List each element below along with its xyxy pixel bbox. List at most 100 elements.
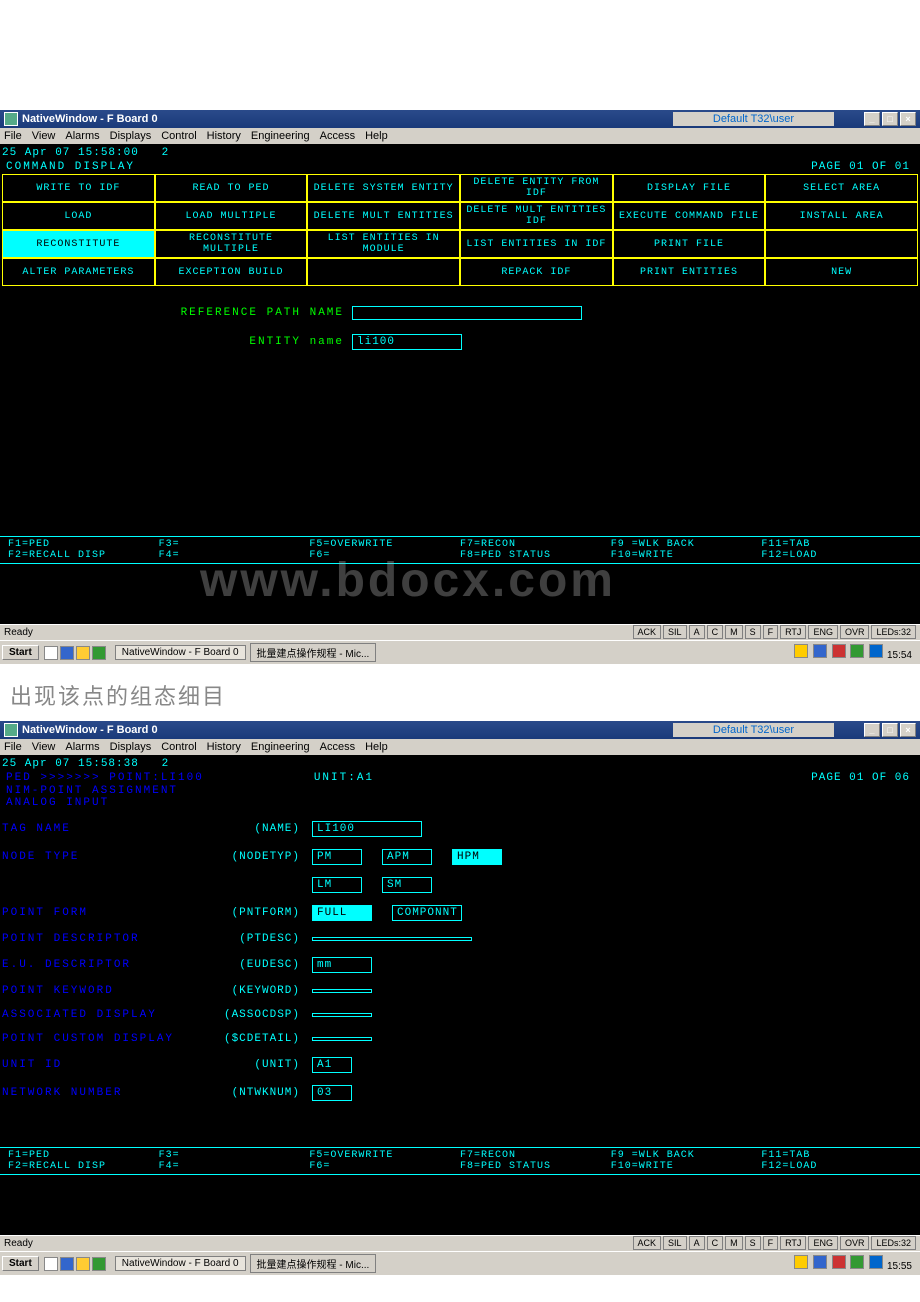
fkey-label[interactable]: F3= [159, 1150, 310, 1161]
fkey-label[interactable]: F1=PED [8, 1150, 159, 1161]
taskbar-item[interactable]: 批量建点操作规程 - Mic... [250, 1254, 377, 1273]
tray-icon[interactable] [92, 646, 106, 660]
status-button[interactable]: F [763, 1236, 779, 1250]
cmd-button[interactable]: PRINT ENTITIES [613, 258, 766, 286]
fkey-label[interactable]: F11=TAB [761, 539, 912, 550]
cmd-button[interactable]: RECONSTITUTE [2, 230, 155, 258]
fkey-label[interactable]: F2=RECALL DISP [8, 1161, 159, 1172]
status-button[interactable]: F [763, 625, 779, 639]
param-option[interactable]: HPM [452, 849, 502, 865]
close-button[interactable]: × [900, 723, 916, 737]
menu-history[interactable]: History [207, 130, 241, 142]
cmd-button[interactable]: DELETE MULT ENTITIES IDF [460, 202, 613, 230]
taskbar-item[interactable]: NativeWindow - F Board 0 [115, 1256, 246, 1271]
fkey-label[interactable]: F3= [159, 539, 310, 550]
status-button[interactable]: M [725, 1236, 743, 1250]
ref-path-input[interactable] [352, 306, 582, 320]
fkey-label[interactable]: F8=PED STATUS [460, 550, 611, 561]
menu-file[interactable]: File [4, 130, 22, 142]
cmd-button[interactable]: READ TO PED [155, 174, 308, 202]
cmd-button[interactable]: LOAD MULTIPLE [155, 202, 308, 230]
status-button[interactable]: SIL [663, 1236, 687, 1250]
status-button[interactable]: LEDs:32 [871, 625, 916, 639]
tray-icon[interactable] [76, 1257, 90, 1271]
cmd-button[interactable]: DELETE SYSTEM ENTITY [307, 174, 460, 202]
fkey-label[interactable]: F4= [159, 550, 310, 561]
param-option[interactable]: COMPONNT [392, 905, 462, 921]
fkey-label[interactable]: F7=RECON [460, 539, 611, 550]
fkey-label[interactable]: F9 =WLK BACK [611, 1150, 762, 1161]
cmd-button[interactable]: DELETE MULT ENTITIES [307, 202, 460, 230]
status-button[interactable]: C [707, 625, 724, 639]
param-option[interactable]: A1 [312, 1057, 352, 1073]
param-option[interactable]: mm [312, 957, 372, 973]
status-button[interactable]: SIL [663, 625, 687, 639]
menu-engineering[interactable]: Engineering [251, 741, 310, 753]
status-button[interactable]: ACK [633, 1236, 662, 1250]
tray-icon[interactable] [76, 646, 90, 660]
fkey-label[interactable]: F8=PED STATUS [460, 1161, 611, 1172]
fkey-label[interactable]: F12=LOAD [761, 1161, 912, 1172]
status-button[interactable]: M [725, 625, 743, 639]
cmd-button[interactable]: LIST ENTITIES IN IDF [460, 230, 613, 258]
fkey-label[interactable]: F5=OVERWRITE [309, 1150, 460, 1161]
maximize-button[interactable]: □ [882, 723, 898, 737]
menu-displays[interactable]: Displays [110, 741, 152, 753]
status-button[interactable]: A [689, 625, 705, 639]
param-option[interactable] [312, 937, 472, 941]
fkey-label[interactable]: F5=OVERWRITE [309, 539, 460, 550]
fkey-label[interactable]: F7=RECON [460, 1150, 611, 1161]
cmd-button[interactable]: REPACK IDF [460, 258, 613, 286]
param-option[interactable] [312, 1037, 372, 1041]
maximize-button[interactable]: □ [882, 112, 898, 126]
status-button[interactable]: RTJ [780, 1236, 806, 1250]
status-button[interactable]: OVR [840, 1236, 870, 1250]
menu-help[interactable]: Help [365, 741, 388, 753]
menu-view[interactable]: View [32, 741, 56, 753]
param-option[interactable] [312, 989, 372, 993]
minimize-button[interactable]: _ [864, 723, 880, 737]
menu-view[interactable]: View [32, 130, 56, 142]
cmd-button[interactable]: DELETE ENTITY FROM IDF [460, 174, 613, 202]
cmd-button[interactable]: WRITE TO IDF [2, 174, 155, 202]
tray-icon[interactable] [60, 646, 74, 660]
fkey-label[interactable]: F10=WRITE [611, 550, 762, 561]
cmd-button[interactable]: PRINT FILE [613, 230, 766, 258]
status-button[interactable]: LEDs:32 [871, 1236, 916, 1250]
fkey-label[interactable]: F12=LOAD [761, 550, 912, 561]
param-option[interactable]: LM [312, 877, 362, 893]
cmd-button[interactable]: ALTER PARAMETERS [2, 258, 155, 286]
param-option[interactable]: LI100 [312, 821, 422, 837]
fkey-label[interactable]: F6= [309, 1161, 460, 1172]
status-button[interactable]: A [689, 1236, 705, 1250]
menu-alarms[interactable]: Alarms [65, 130, 99, 142]
param-option[interactable]: SM [382, 877, 432, 893]
fkey-label[interactable]: F1=PED [8, 539, 159, 550]
param-option[interactable]: PM [312, 849, 362, 865]
fkey-label[interactable]: F2=RECALL DISP [8, 550, 159, 561]
status-button[interactable]: OVR [840, 625, 870, 639]
start-button[interactable]: Start [2, 645, 39, 660]
cmd-button[interactable]: NEW [765, 258, 918, 286]
tray-icon[interactable] [44, 1257, 58, 1271]
status-button[interactable]: ENG [808, 1236, 838, 1250]
menu-engineering[interactable]: Engineering [251, 130, 310, 142]
start-button[interactable]: Start [2, 1256, 39, 1271]
status-button[interactable]: ACK [633, 625, 662, 639]
cmd-button[interactable]: EXECUTE COMMAND FILE [613, 202, 766, 230]
minimize-button[interactable]: _ [864, 112, 880, 126]
menu-control[interactable]: Control [161, 741, 196, 753]
tray-icon[interactable] [60, 1257, 74, 1271]
menu-access[interactable]: Access [320, 130, 355, 142]
menu-alarms[interactable]: Alarms [65, 741, 99, 753]
status-button[interactable]: C [707, 1236, 724, 1250]
cmd-button[interactable]: LIST ENTITIES IN MODULE [307, 230, 460, 258]
fkey-label[interactable]: F4= [159, 1161, 310, 1172]
cmd-button[interactable]: EXCEPTION BUILD [155, 258, 308, 286]
status-button[interactable]: S [745, 625, 761, 639]
status-button[interactable]: RTJ [780, 625, 806, 639]
menu-file[interactable]: File [4, 741, 22, 753]
status-button[interactable]: ENG [808, 625, 838, 639]
menu-help[interactable]: Help [365, 130, 388, 142]
fkey-label[interactable]: F11=TAB [761, 1150, 912, 1161]
